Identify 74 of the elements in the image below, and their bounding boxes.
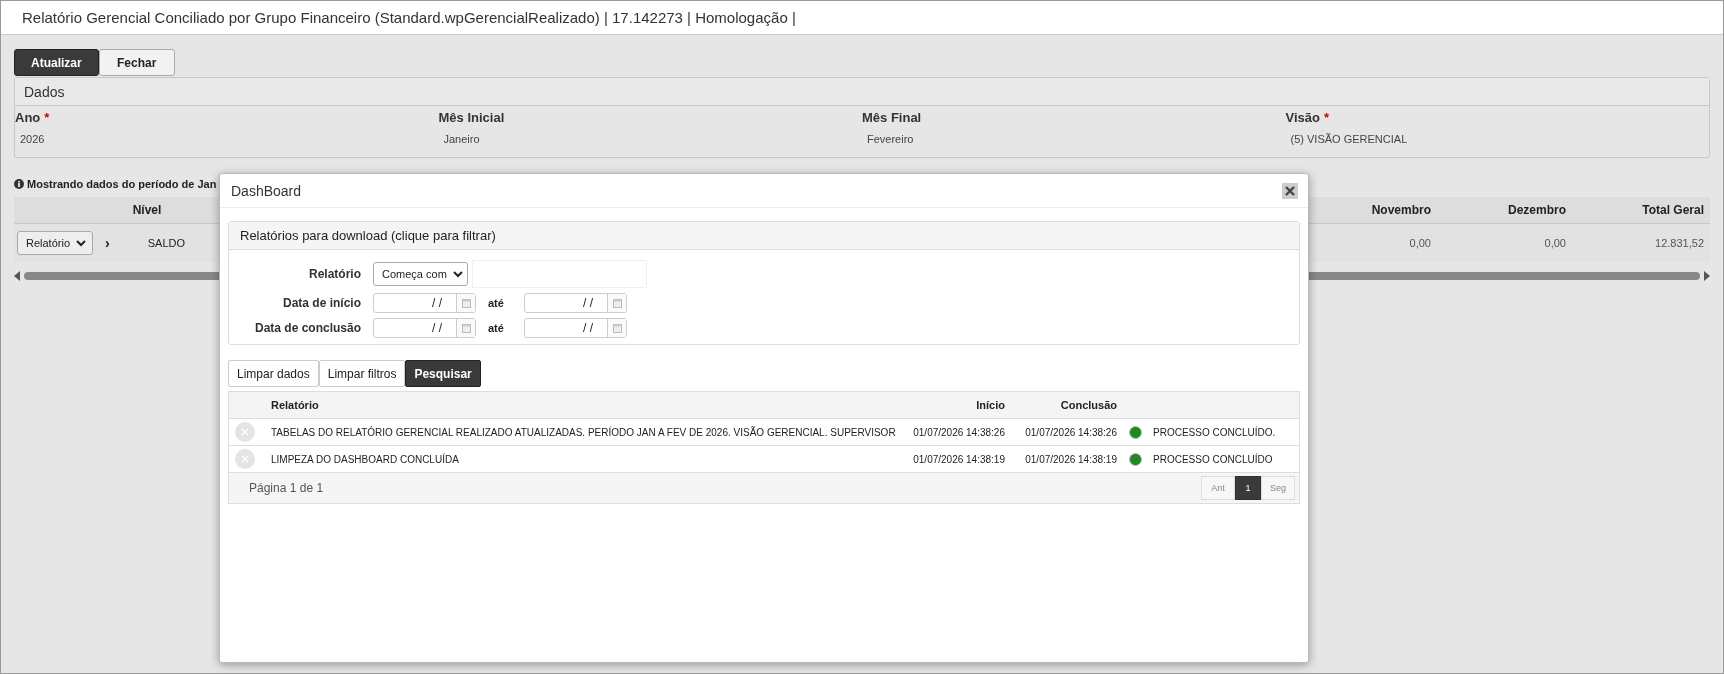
- column-header: Dezembro: [1507, 203, 1567, 217]
- table-cell-text: 01/07/2026 14:38:19: [912, 453, 1006, 465]
- caret-icon: [452, 270, 463, 278]
- range-label: até: [488, 297, 505, 309]
- field-label: Mês Inicial: [438, 110, 505, 125]
- column-header: Relatório: [270, 399, 320, 411]
- table-cell-text: PROCESSO CONCLUÍDO: [1152, 453, 1274, 465]
- column-header: Novembro: [1370, 203, 1432, 217]
- x-icon: [241, 455, 249, 463]
- field-label: Relatório: [308, 267, 361, 281]
- range-label: até: [488, 322, 505, 334]
- column-header: Nível: [131, 203, 163, 217]
- table-cell-text: 01/07/2026 14:38:26: [1024, 426, 1118, 438]
- toolbar-button[interactable]: Fechar: [98, 49, 175, 76]
- action-button[interactable]: Limpar filtros: [318, 360, 406, 387]
- table-cell-text: 12.831,52: [1654, 237, 1705, 249]
- column-header: Início: [975, 399, 1006, 411]
- calendar-icon: [461, 298, 471, 308]
- field-label: Data de início: [281, 296, 361, 310]
- column-header: Total Geral: [1641, 203, 1705, 217]
- table-cell-text: 01/07/2026 14:38:19: [1024, 453, 1118, 465]
- field-label: Mês Final: [862, 110, 922, 125]
- date-field[interactable]: / /: [373, 318, 476, 338]
- field-label: Data de conclusão: [253, 321, 361, 335]
- field-value: (5) VISÃO GERENCIAL: [1289, 133, 1409, 145]
- table-cell-text: TABELAS DO RELATÓRIO GERENCIAL REALIZADO ATUALIZADAS. PERÍODO JAN A FEV DE 2026. VISÃO GERENCIAL. SUPERVISOR: [270, 426, 897, 438]
- date-field[interactable]: / /: [524, 318, 627, 338]
- field-label: Ano: [15, 110, 41, 125]
- column-header: Conclusão: [1059, 399, 1118, 411]
- page-button[interactable]: 1: [1235, 476, 1261, 500]
- table-cell: SALDO: [147, 237, 185, 249]
- level-select[interactable]: Relatório: [17, 231, 94, 255]
- page-button[interactable]: Ant: [1201, 476, 1235, 500]
- table-cell-text: LIMPEZA DO DASHBOARD CONCLUÍDA: [270, 453, 460, 465]
- required-mark: *: [1323, 110, 1329, 125]
- info-text: Mostrando dados do período de Jan: [27, 178, 217, 190]
- panel-title[interactable]: Relatórios para download (clique para filtrar): [229, 222, 1299, 250]
- info-icon: [14, 179, 24, 189]
- action-button[interactable]: Limpar dados: [228, 360, 319, 387]
- required-mark: *: [44, 110, 50, 125]
- table-cell-text: 0,00: [1543, 237, 1567, 249]
- table-cell-text: 0,00: [1408, 237, 1432, 249]
- calendar-button[interactable]: [607, 294, 626, 312]
- field-label: Visão: [1285, 110, 1320, 125]
- page-info: Página 1 de 1: [249, 481, 324, 495]
- caret-icon: [76, 239, 87, 247]
- panel-title: Dados: [15, 78, 1709, 106]
- calendar-button[interactable]: [607, 319, 626, 337]
- calendar-icon: [461, 323, 471, 333]
- close-icon: [1285, 185, 1295, 196]
- remove-button[interactable]: [235, 422, 255, 442]
- remove-button[interactable]: [235, 449, 255, 469]
- close-button[interactable]: [1282, 182, 1298, 199]
- field-value: 2026: [19, 133, 46, 145]
- calendar-button[interactable]: [456, 319, 475, 337]
- window-title: Relatório Gerencial Conciliado por Grupo Financeiro (Standard.wpGerencialRealizado) | 17.142273 | Homologação |: [22, 9, 796, 26]
- scroll-left-icon[interactable]: [14, 271, 22, 281]
- calendar-icon: [612, 298, 622, 308]
- expand-button[interactable]: ›: [105, 235, 110, 251]
- dialog-title: DashBoard: [231, 182, 302, 199]
- date-field[interactable]: / /: [524, 293, 627, 313]
- toolbar-button[interactable]: Atualizar: [14, 49, 99, 76]
- scroll-right-icon[interactable]: [1702, 271, 1710, 281]
- calendar-button[interactable]: [456, 294, 475, 312]
- field-value: Fevereiro: [866, 133, 915, 145]
- field-value: Janeiro: [442, 133, 481, 145]
- table-cell-text: 01/07/2026 14:38:26: [912, 426, 1006, 438]
- table-cell-text: PROCESSO CONCLUÍDO.: [1152, 426, 1277, 438]
- page-button[interactable]: Seg: [1261, 476, 1295, 500]
- operator-select[interactable]: Começa com: [373, 262, 468, 286]
- date-field[interactable]: / /: [373, 293, 476, 313]
- action-button[interactable]: Pesquisar: [405, 360, 481, 387]
- x-icon: [241, 428, 249, 436]
- calendar-icon: [612, 323, 622, 333]
